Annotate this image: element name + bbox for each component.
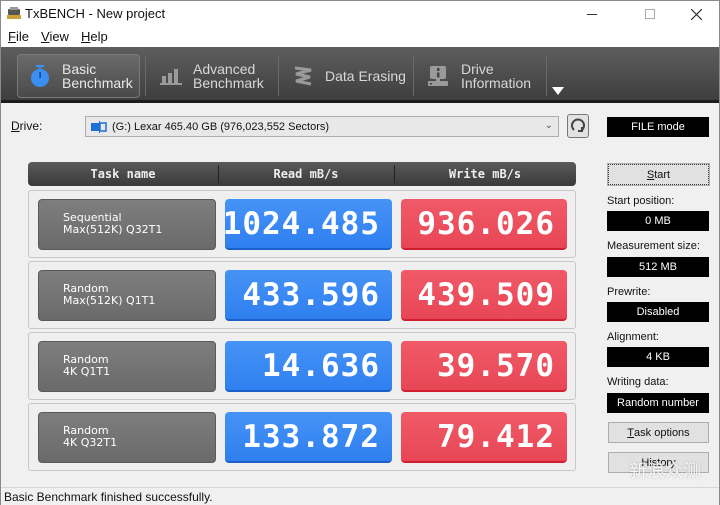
drive-select[interactable]: (G:) Lexar 465.40 GB (976,023,552 Sector…	[85, 116, 559, 137]
window-title: TxBENCH - New project	[25, 6, 166, 21]
menu-file[interactable]: File	[8, 29, 29, 44]
tab-advanced-benchmark[interactable]: Advanced Benchmark	[149, 54, 269, 98]
menu-help-label: elp	[90, 29, 108, 44]
maximize-button[interactable]	[627, 1, 673, 27]
tab-basic-benchmark-label: Basic Benchmark	[62, 61, 133, 91]
mode-indicator: FILE mode	[607, 117, 709, 137]
menu-bar: File View Help	[1, 27, 719, 47]
measurement-size-value: 512 MB	[607, 257, 709, 277]
result-row-random-4k-q1t1: Random 4K Q1T1 14.636 39.570	[28, 332, 576, 400]
task-button[interactable]: Random 4K Q32T1	[38, 412, 216, 463]
menu-file-mnemonic: F	[8, 29, 16, 44]
maximize-icon	[645, 9, 655, 19]
task-button[interactable]: Sequential Max(512K) Q32T1	[38, 199, 216, 250]
drive-icon	[91, 120, 107, 133]
minimize-button[interactable]	[569, 1, 615, 27]
status-text: Basic Benchmark finished successfully.	[4, 490, 213, 504]
read-value: 133.872	[225, 412, 392, 463]
tab-data-erasing[interactable]: Data Erasing	[281, 54, 411, 98]
eraser-spring-icon	[294, 66, 312, 86]
toolbar-separator	[145, 56, 146, 96]
close-button[interactable]	[673, 1, 719, 27]
alignment-label: Alignment:	[607, 331, 659, 343]
header-write: Write mB/s	[448, 167, 522, 181]
tab-advanced-benchmark-label: Advanced Benchmark	[193, 61, 264, 91]
write-value: 936.026	[401, 199, 567, 250]
menu-view[interactable]: View	[41, 29, 69, 44]
stopwatch-icon	[31, 65, 49, 87]
read-value: 433.596	[225, 270, 392, 321]
prewrite-label: Prewrite:	[607, 286, 651, 298]
write-value: 79.412	[401, 412, 567, 463]
drive-label: Drive:	[11, 119, 43, 133]
dropdown-triangle-icon	[552, 87, 564, 95]
status-bar: Basic Benchmark finished successfully.	[1, 487, 719, 505]
close-icon	[690, 8, 702, 20]
chevron-down-icon: ⌄	[544, 120, 553, 131]
watermark: 新浪众测	[629, 461, 701, 482]
task-options-button[interactable]: Task options	[608, 422, 709, 443]
toolbar: Basic Benchmark Advanced Benchmark Data Er…	[1, 47, 719, 103]
header-read: Read mB/s	[273, 167, 339, 181]
menu-file-label: ile	[15, 29, 29, 44]
app-icon	[7, 7, 21, 19]
tab-drive-information[interactable]: Drive Information	[417, 54, 545, 98]
tab-drive-information-label: Drive Information	[461, 61, 532, 91]
task-button[interactable]: Random 4K Q1T1	[38, 341, 216, 392]
app-window: TxBENCH - New project File View Help Bas…	[0, 0, 720, 505]
result-row-random-4k-q32t1: Random 4K Q32T1 133.872 79.412	[28, 403, 576, 471]
tab-data-erasing-label: Data Erasing	[325, 68, 406, 84]
write-value: 439.509	[401, 270, 567, 321]
tab-basic-benchmark[interactable]: Basic Benchmark	[17, 54, 140, 98]
alignment-value: 4 KB	[607, 347, 709, 367]
bar-chart-icon	[160, 69, 182, 85]
drive-info-icon	[428, 66, 448, 86]
result-row-sequential-q32t1: Sequential Max(512K) Q32T1 1024.485 936.0…	[28, 190, 576, 258]
title-bar: TxBENCH - New project	[1, 1, 719, 27]
task-button[interactable]: Random Max(512K) Q1T1	[38, 270, 216, 321]
toolbar-separator	[413, 56, 414, 96]
read-value: 14.636	[225, 341, 392, 392]
prewrite-value: Disabled	[607, 302, 709, 322]
read-value: 1024.485	[223, 199, 392, 250]
start-button[interactable]: Start	[607, 163, 710, 186]
menu-view-label: iew	[49, 29, 69, 44]
measurement-size-label: Measurement size:	[607, 240, 700, 252]
results-header: Task name Read mB/s Write mB/s	[28, 162, 576, 186]
refresh-icon	[571, 118, 585, 132]
writing-data-value: Random number	[607, 393, 709, 413]
toolbar-separator	[278, 56, 279, 96]
write-value: 39.570	[401, 341, 567, 392]
refresh-drives-button[interactable]	[567, 114, 589, 138]
menu-help-mnemonic: H	[81, 29, 91, 44]
menu-help[interactable]: Help	[81, 29, 108, 44]
toolbar-more-button[interactable]	[551, 83, 567, 95]
start-position-label: Start position:	[607, 195, 675, 207]
writing-data-label: Writing data:	[607, 376, 669, 388]
header-task-name: Task name	[90, 167, 156, 181]
drive-selected-value: (G:) Lexar 465.40 GB (976,023,552 Sector…	[112, 120, 330, 133]
toolbar-separator	[546, 56, 547, 96]
result-row-random-512k-q1t1: Random Max(512K) Q1T1 433.596 439.509	[28, 261, 576, 329]
start-position-value: 0 MB	[607, 211, 709, 231]
minimize-icon	[587, 13, 597, 15]
